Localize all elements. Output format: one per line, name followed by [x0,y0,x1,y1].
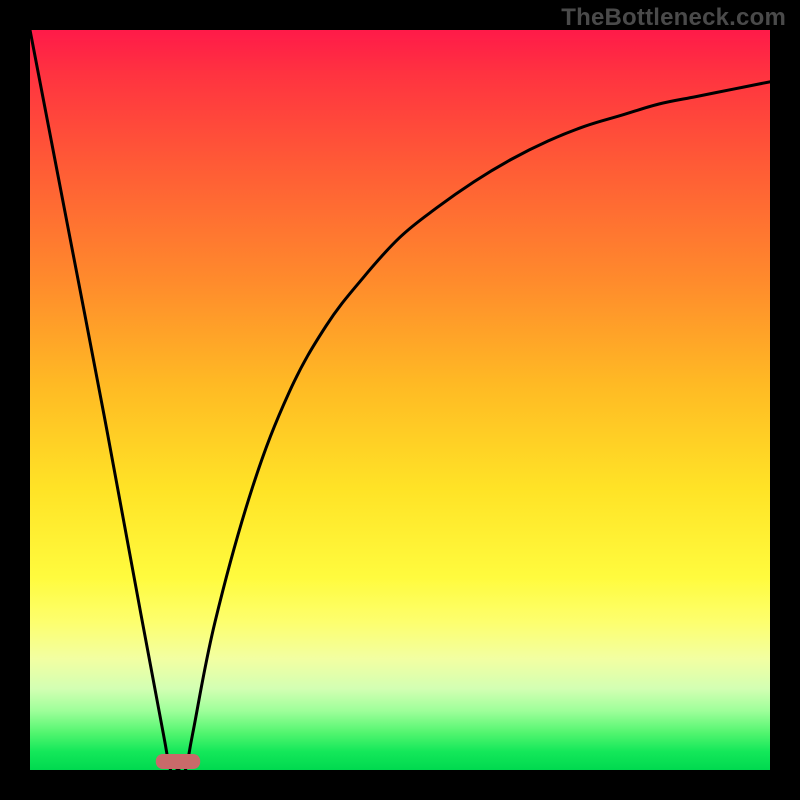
watermark-text: TheBottleneck.com [561,4,786,32]
target-marker [156,754,200,769]
chart-frame: TheBottleneck.com [0,0,800,800]
bottleneck-curve [30,30,770,770]
curve-svg [30,30,770,770]
plot-area [30,30,770,770]
